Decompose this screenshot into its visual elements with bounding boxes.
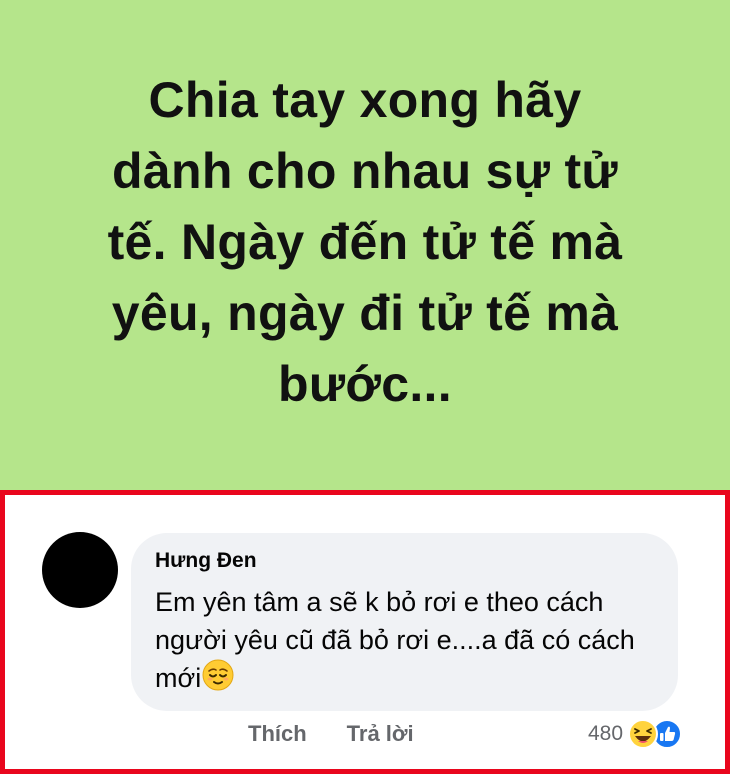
like-button[interactable]: Thích (248, 721, 307, 747)
post-card: Chia tay xong hãy dành cho nhau sự tử tế… (0, 0, 730, 490)
comment-highlight-box: Hưng Đen Em yên tâm a sẽ k bỏ rơi e theo… (0, 490, 730, 774)
avatar[interactable] (42, 532, 118, 608)
comment-actions: Thích Trả lời (248, 721, 414, 747)
reaction-icons (628, 719, 688, 749)
relieved-face-icon (202, 659, 234, 701)
post-text: Chia tay xong hãy dành cho nhau sự tử tế… (107, 71, 623, 412)
comment-bubble: Hưng Đen Em yên tâm a sẽ k bỏ rơi e theo… (131, 533, 678, 711)
comment-author[interactable]: Hưng Đen (155, 547, 654, 575)
reaction-count: 480 (588, 722, 624, 745)
reaction-summary[interactable]: 480 (588, 719, 688, 749)
comment-body: Em yên tâm a sẽ k bỏ rơi e theo cách ngư… (155, 583, 654, 701)
reply-button[interactable]: Trả lời (347, 721, 414, 747)
haha-reaction-icon (628, 719, 659, 755)
